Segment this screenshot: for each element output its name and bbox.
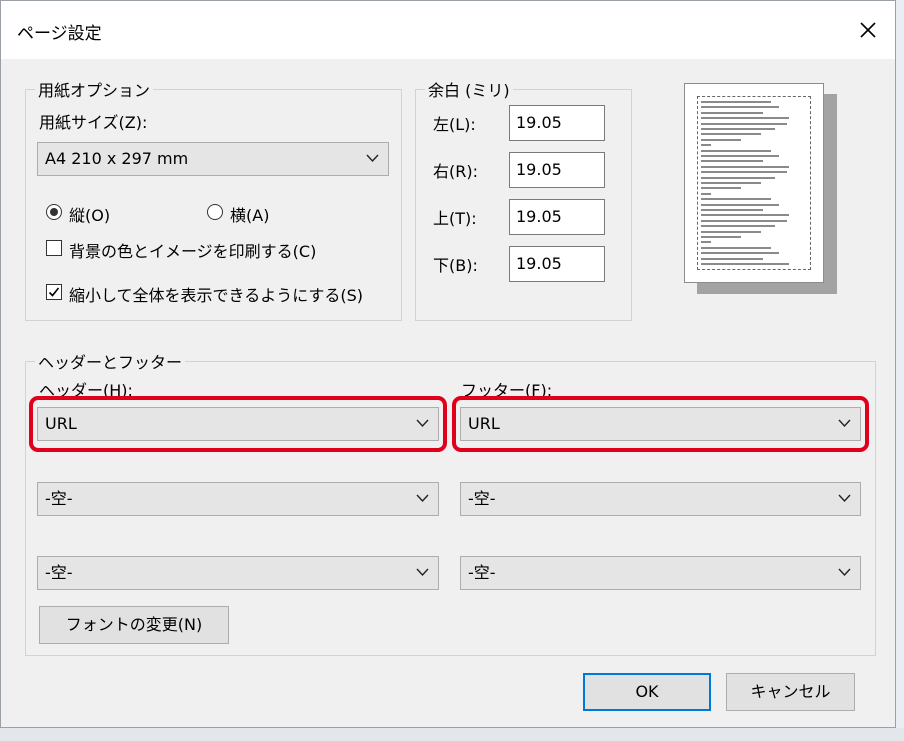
paper-size-value: A4 210 x 297 mm bbox=[45, 149, 189, 168]
preview-text-line bbox=[701, 182, 761, 184]
preview-text-line bbox=[701, 252, 779, 255]
cancel-button[interactable]: キャンセル bbox=[726, 673, 855, 711]
preview-text-area bbox=[697, 96, 811, 270]
paper-size-label: 用紙サイズ(Z): bbox=[39, 113, 148, 132]
header-select-3-value: -空- bbox=[45, 563, 73, 582]
preview-text-line bbox=[701, 101, 771, 103]
preview-text-line bbox=[701, 236, 741, 238]
preview-text-line bbox=[701, 198, 771, 201]
footer-url-highlight bbox=[452, 396, 869, 452]
footer-select-2-value: -空- bbox=[468, 489, 496, 508]
portrait-radio[interactable] bbox=[46, 204, 62, 220]
margin-bottom-label: 下(B): bbox=[433, 256, 478, 275]
dialog-title: ページ設定 bbox=[17, 24, 102, 44]
landscape-radio[interactable] bbox=[207, 204, 223, 220]
preview-text-line bbox=[701, 187, 741, 190]
change-font-button[interactable]: フォントの変更(N) bbox=[39, 606, 229, 644]
chevron-down-icon bbox=[838, 494, 851, 503]
preview-text-line bbox=[701, 155, 779, 157]
preview-text-line bbox=[701, 219, 787, 222]
footer-select-3-value: -空- bbox=[468, 563, 496, 582]
preview-text-line bbox=[701, 165, 789, 168]
paper-options-legend: 用紙オプション bbox=[35, 77, 154, 101]
close-icon bbox=[860, 22, 876, 38]
checkmark-icon bbox=[48, 287, 60, 297]
ok-button[interactable]: OK bbox=[583, 673, 711, 711]
preview-text-line bbox=[701, 225, 775, 228]
landscape-label[interactable]: 横(A) bbox=[230, 202, 269, 226]
chevron-down-icon bbox=[416, 494, 429, 503]
footer-select-3[interactable]: -空- bbox=[460, 556, 861, 590]
header-select-3[interactable]: -空- bbox=[37, 556, 439, 590]
preview-text-line bbox=[701, 138, 741, 141]
margin-top-input[interactable]: 19.05 bbox=[509, 199, 605, 235]
headers-footers-legend: ヘッダーとフッター bbox=[35, 349, 186, 373]
preview-text-line bbox=[701, 111, 763, 114]
margin-bottom-input[interactable]: 19.05 bbox=[509, 246, 605, 282]
preview-text-line bbox=[701, 176, 775, 179]
title-bar: ページ設定 bbox=[1, 1, 895, 59]
preview-text-line bbox=[701, 209, 763, 211]
preview-text-line bbox=[701, 246, 771, 249]
print-background-checkbox[interactable] bbox=[46, 240, 62, 256]
preview-text-line bbox=[701, 149, 771, 152]
footer-select-2[interactable]: -空- bbox=[460, 482, 861, 516]
page-preview bbox=[684, 83, 824, 283]
preview-text-line bbox=[701, 230, 761, 233]
margin-right-label: 右(R): bbox=[433, 162, 478, 181]
preview-text-line bbox=[701, 263, 789, 265]
margin-top-label: 上(T): bbox=[433, 209, 477, 228]
chevron-down-icon bbox=[366, 154, 379, 163]
preview-text-line bbox=[701, 160, 763, 163]
preview-text-line bbox=[701, 106, 779, 109]
preview-text-line bbox=[701, 203, 779, 206]
background-window-bottom bbox=[0, 728, 904, 741]
page-setup-dialog: ページ設定 用紙オプション 用紙サイズ(Z): A4 210 x 297 mm … bbox=[0, 0, 896, 728]
header-url-highlight bbox=[29, 396, 447, 452]
preview-text-line bbox=[701, 122, 787, 125]
preview-text-line bbox=[701, 192, 711, 195]
header-select-2[interactable]: -空- bbox=[37, 482, 439, 516]
background-window-edge bbox=[896, 0, 904, 741]
preview-text-line bbox=[701, 257, 763, 260]
preview-text-line bbox=[701, 241, 711, 244]
margin-left-label: 左(L): bbox=[433, 115, 476, 134]
preview-text-line bbox=[701, 133, 761, 136]
chevron-down-icon bbox=[416, 568, 429, 577]
margin-right-input[interactable]: 19.05 bbox=[509, 152, 605, 188]
shrink-to-fit-label[interactable]: 縮小して全体を表示できるようにする(S) bbox=[69, 282, 363, 306]
paper-size-select[interactable]: A4 210 x 297 mm bbox=[37, 142, 389, 176]
close-button[interactable] bbox=[851, 13, 885, 47]
chevron-down-icon bbox=[838, 568, 851, 577]
print-background-label[interactable]: 背景の色とイメージを印刷する(C) bbox=[69, 238, 316, 262]
portrait-label[interactable]: 縦(O) bbox=[69, 202, 110, 226]
margins-legend: 余白 (ミリ) bbox=[425, 77, 513, 101]
preview-text-line bbox=[701, 117, 789, 120]
preview-text-line bbox=[701, 144, 711, 147]
preview-text-line bbox=[701, 214, 789, 217]
header-select-2-value: -空- bbox=[45, 489, 73, 508]
shrink-to-fit-checkbox[interactable] bbox=[46, 284, 62, 300]
preview-text-line bbox=[701, 171, 787, 174]
margin-left-input[interactable]: 19.05 bbox=[509, 105, 605, 141]
preview-text-line bbox=[701, 128, 775, 130]
